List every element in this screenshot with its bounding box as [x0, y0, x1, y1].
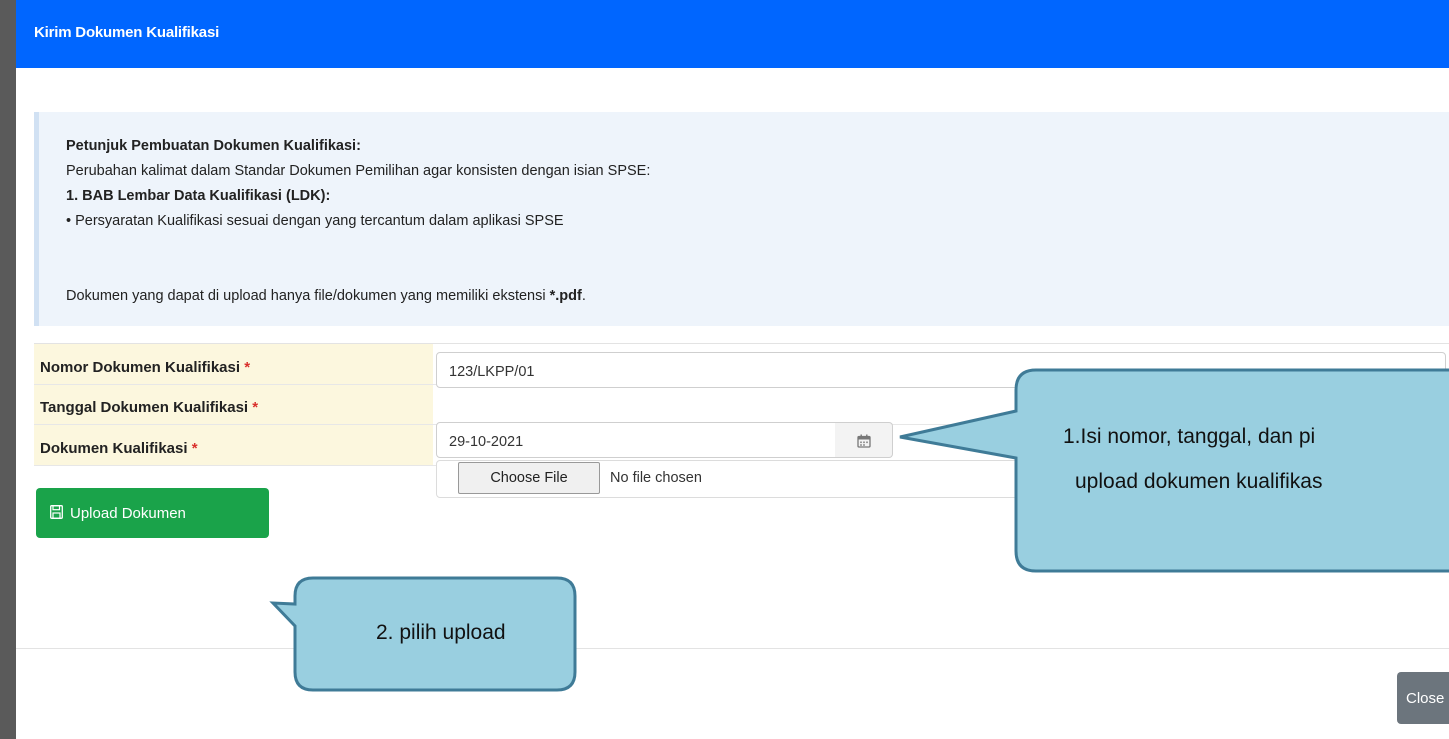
nomor-label-text: Nomor Dokumen Kualifikasi	[40, 359, 241, 376]
dokumen-label-text: Dokumen Kualifikasi	[40, 440, 188, 457]
required-mark: *	[244, 359, 251, 376]
modal-header: Kirim Dokumen Kualifikasi	[16, 0, 1449, 68]
callout-2-text: 2. pilih upload	[376, 621, 506, 644]
tanggal-label-text: Tanggal Dokumen Kualifikasi	[40, 399, 249, 416]
callout-1-line-1: 1.Isi nomor, tanggal, dan pi	[1063, 425, 1316, 448]
extension-note-end: .	[581, 288, 586, 304]
date-picker-button[interactable]	[835, 422, 893, 458]
nomor-label: Nomor Dokumen Kualifikasi *	[40, 359, 250, 376]
extension-note-text: Dokumen yang dapat di upload hanya file/…	[66, 288, 550, 304]
extension-value: *.pdf	[549, 288, 582, 304]
tanggal-dokumen-input[interactable]: 29-10-2021	[436, 422, 836, 458]
choose-file-button[interactable]: Choose File	[458, 462, 600, 494]
instructions-box: Petunjuk Pembuatan Dokumen Kualifikasi: …	[34, 112, 1449, 326]
instructions-extension-note: Dokumen yang dapat di upload hanya file/…	[66, 288, 586, 304]
required-mark: *	[252, 399, 259, 416]
instructions-bullet: • Persyaratan Kualifikasi sesuai dengan …	[66, 213, 564, 229]
save-icon	[50, 505, 63, 519]
upload-dokumen-button[interactable]: Upload Dokumen	[36, 488, 269, 538]
instructions-section: 1. BAB Lembar Data Kualifikasi (LDK):	[66, 188, 331, 204]
close-button[interactable]: Close	[1397, 672, 1449, 724]
modal-dialog: Kirim Dokumen Kualifikasi Petunjuk Pembu…	[16, 0, 1449, 739]
nomor-dokumen-input[interactable]: 123/LKPP/01	[436, 352, 1446, 388]
nomor-value: 123/LKPP/01	[449, 364, 535, 380]
tanggal-label: Tanggal Dokumen Kualifikasi *	[40, 399, 258, 416]
file-status-text: No file chosen	[610, 470, 702, 486]
required-mark: *	[191, 440, 198, 457]
background-window-edge	[0, 0, 16, 739]
callout-1-line-2: upload dokumen kualifikas	[1075, 470, 1323, 493]
upload-button-label: Upload Dokumen	[70, 505, 186, 522]
dokumen-label: Dokumen Kualifikasi *	[40, 440, 198, 457]
tanggal-value: 29-10-2021	[449, 434, 524, 450]
instructions-line: Perubahan kalimat dalam Standar Dokumen …	[66, 163, 651, 179]
modal-footer-divider	[16, 648, 1449, 649]
instructions-heading: Petunjuk Pembuatan Dokumen Kualifikasi:	[66, 138, 361, 154]
calendar-icon	[857, 434, 871, 448]
modal-title: Kirim Dokumen Kualifikasi	[34, 24, 220, 41]
close-button-label: Close	[1406, 690, 1445, 707]
